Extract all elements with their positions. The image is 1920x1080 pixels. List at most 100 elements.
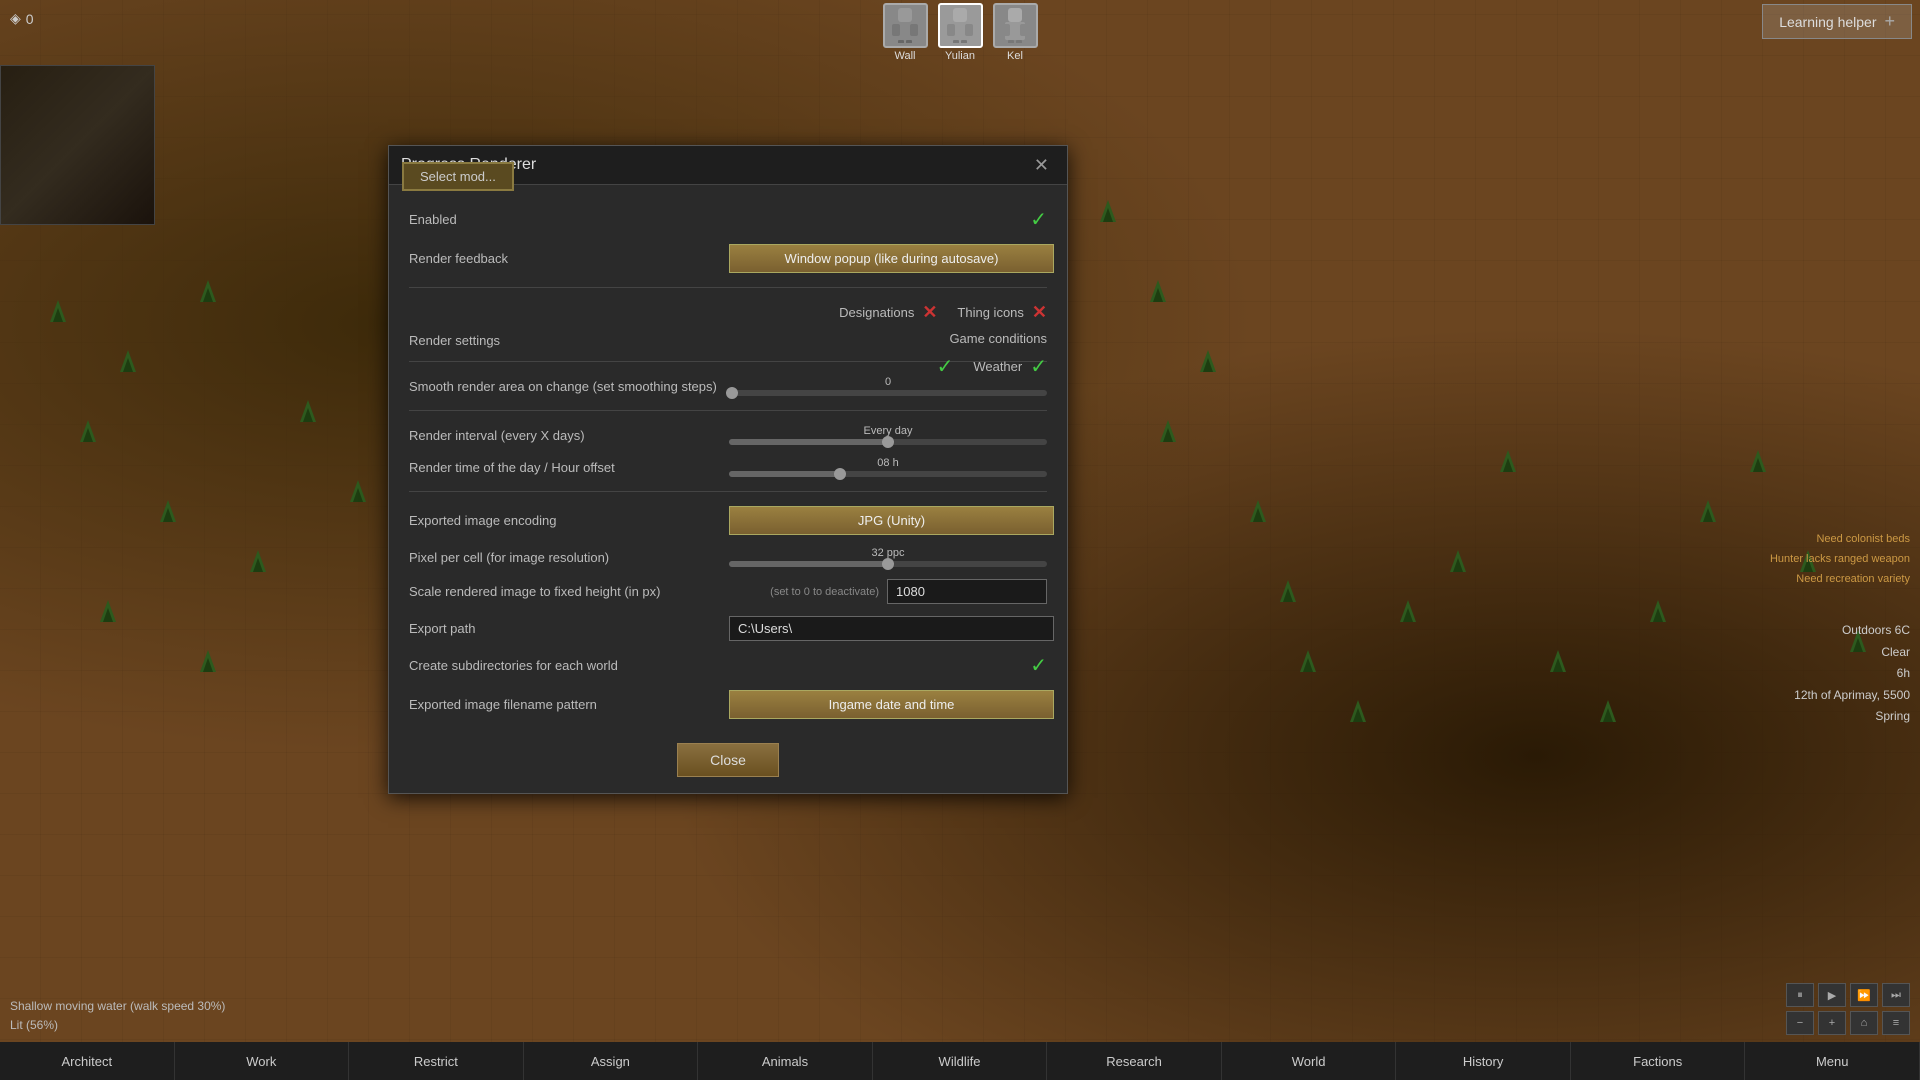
render-time-track	[729, 471, 1047, 477]
filename-pattern-label: Exported image filename pattern	[409, 697, 729, 712]
encoding-row: Exported image encoding JPG (Unity)	[409, 500, 1047, 541]
tree	[1500, 450, 1516, 472]
pause-button[interactable]: ⏸	[1786, 983, 1814, 1007]
enabled-check: ✓	[1030, 207, 1047, 232]
scale-height-row: Scale rendered image to fixed height (in…	[409, 573, 1047, 610]
ultra-fast-button[interactable]: ⏭	[1882, 983, 1910, 1007]
render-interval-thumb[interactable]	[882, 436, 894, 448]
render-time-row: Render time of the day / Hour offset 08 …	[409, 451, 1047, 483]
create-subdirs-row: Create subdirectories for each world ✓	[409, 647, 1047, 684]
alert-beds: Need colonist beds	[1770, 530, 1910, 550]
dialog-content: Enabled ✓ Render feedback Window popup (…	[389, 185, 1067, 793]
filename-pattern-button[interactable]: Ingame date and time	[729, 690, 1054, 719]
encoding-button[interactable]: JPG (Unity)	[729, 506, 1054, 535]
dialog-close-button[interactable]: ✕	[1028, 154, 1055, 176]
alert-recreation: Need recreation variety	[1770, 570, 1910, 590]
export-path-label: Export path	[409, 621, 729, 636]
pixel-per-cell-track	[729, 561, 1047, 567]
tree	[1250, 500, 1266, 522]
colonist-yulian[interactable]: Yulian	[938, 3, 983, 62]
render-time-value: 08 h	[729, 457, 1047, 477]
tree	[1550, 650, 1566, 672]
smooth-render-thumb[interactable]	[726, 387, 738, 399]
render-time-value-label: 08 h	[729, 457, 1047, 469]
colonist-kel-name: Kel	[1007, 50, 1023, 62]
colonist-kel[interactable]: Kel	[993, 3, 1038, 62]
render-interval-value: Every day	[729, 425, 1047, 445]
right-alerts: Need colonist beds Hunter lacks ranged w…	[1770, 530, 1910, 589]
tab-menu[interactable]: Menu	[1745, 1042, 1920, 1080]
tab-research[interactable]: Research	[1047, 1042, 1222, 1080]
tab-wildlife[interactable]: Wildlife	[873, 1042, 1048, 1080]
tab-history[interactable]: History	[1396, 1042, 1571, 1080]
colonist-yulian-name: Yulian	[945, 50, 975, 62]
tree	[1700, 500, 1716, 522]
create-subdirs-check: ✓	[1030, 653, 1047, 678]
smooth-render-track	[729, 390, 1047, 396]
dialog-close-bottom-button[interactable]: Close	[677, 743, 779, 777]
export-path-value	[729, 616, 1054, 641]
home-button[interactable]: ⌂	[1850, 1011, 1878, 1035]
thing-icons-check: ✕	[1032, 302, 1047, 323]
render-feedback-value: Window popup (like during autosave)	[729, 244, 1054, 273]
pixel-per-cell-row: Pixel per cell (for image resolution) 32…	[409, 541, 1047, 573]
zoom-out-button[interactable]: −	[1786, 1011, 1814, 1035]
speed-controls-row: ⏸ ▶ ⏩ ⏭	[1786, 983, 1910, 1007]
select-mod-button[interactable]: Select mod...	[402, 162, 514, 191]
colonist-wall[interactable]: Wall	[883, 3, 928, 62]
status-bar: Architect Work Restrict Assign Animals W…	[0, 1042, 1920, 1080]
tree	[1160, 420, 1176, 442]
export-path-input[interactable]	[729, 616, 1054, 641]
tree	[1280, 580, 1296, 602]
play-button[interactable]: ▶	[1818, 983, 1846, 1007]
pixel-per-cell-thumb[interactable]	[882, 558, 894, 570]
tab-world[interactable]: World	[1222, 1042, 1397, 1080]
resource-value: 0	[26, 11, 34, 27]
layers-button[interactable]: ≡	[1882, 1011, 1910, 1035]
learning-helper-button[interactable]: Learning helper +	[1762, 4, 1912, 39]
render-feedback-row: Render feedback Window popup (like durin…	[409, 238, 1047, 279]
tab-animals[interactable]: Animals	[698, 1042, 873, 1080]
tree	[1350, 700, 1366, 722]
tab-restrict[interactable]: Restrict	[349, 1042, 524, 1080]
render-interval-fill	[729, 439, 888, 445]
smooth-render-slider-container: 0	[729, 376, 1047, 396]
fast-forward-button[interactable]: ⏩	[1850, 983, 1878, 1007]
mini-map	[0, 65, 155, 225]
create-subdirs-value: ✓	[729, 653, 1047, 678]
tree	[1450, 550, 1466, 572]
divider-3	[409, 410, 1047, 411]
smooth-render-value: 0	[729, 376, 1047, 396]
scale-height-value: (set to 0 to deactivate)	[729, 579, 1047, 604]
render-time-slider-container: 08 h	[729, 457, 1047, 477]
divider-4	[409, 491, 1047, 492]
render-time-thumb[interactable]	[834, 468, 846, 480]
tree	[50, 300, 66, 322]
render-time-label: Render time of the day / Hour offset	[409, 460, 729, 475]
render-settings-label: Render settings	[409, 333, 729, 348]
game-conditions-label: Game conditions	[729, 331, 1047, 346]
stat-weather: Clear	[1794, 642, 1910, 664]
create-subdirs-label: Create subdirectories for each world	[409, 658, 729, 673]
thing-icons-label: Thing icons	[957, 305, 1023, 320]
render-settings-grid: Designations ✕ Thing icons ✕ Game condit…	[729, 302, 1047, 379]
scale-height-input[interactable]	[887, 579, 1047, 604]
designations-check: ✕	[922, 302, 937, 323]
top-bar: ◈ 0 Wall	[0, 0, 1920, 65]
stat-time: 6h	[1794, 663, 1910, 685]
tree	[160, 500, 176, 522]
close-button-container: Close	[409, 725, 1047, 777]
colonist-kel-avatar	[993, 3, 1038, 48]
tree	[1200, 350, 1216, 372]
encoding-label: Exported image encoding	[409, 513, 729, 528]
lit-info: Lit (56%)	[10, 1016, 225, 1035]
tab-architect[interactable]: Architect	[0, 1042, 175, 1080]
render-feedback-button[interactable]: Window popup (like during autosave)	[729, 244, 1054, 273]
tab-factions[interactable]: Factions	[1571, 1042, 1746, 1080]
learning-helper-plus: +	[1884, 11, 1895, 32]
tab-work[interactable]: Work	[175, 1042, 350, 1080]
tab-assign[interactable]: Assign	[524, 1042, 699, 1080]
zoom-in-button[interactable]: +	[1818, 1011, 1846, 1035]
pixel-per-cell-label: Pixel per cell (for image resolution)	[409, 550, 729, 565]
tree	[200, 280, 216, 302]
